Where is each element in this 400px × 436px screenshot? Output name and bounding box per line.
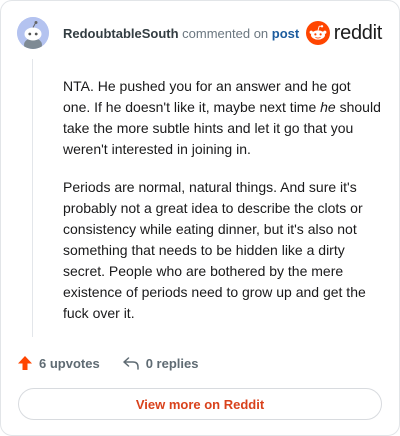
reddit-snoo-icon [305,21,330,45]
replies[interactable]: 0 replies [122,355,199,371]
comment-paragraph-2: Periods are normal, natural things. And … [63,179,366,321]
reddit-logo[interactable]: reddit [305,21,383,45]
comment-paragraph-1: NTA. He pushed you for an answer and he … [63,76,381,160]
replies-count: 0 replies [145,355,199,371]
reply-arrow-icon [122,357,139,370]
snoo-avatar-icon [17,17,49,49]
commented-on-text: commented on [182,26,269,41]
upvote-arrow-icon [18,356,32,370]
comment-footer: 6 upvotes 0 replies [17,355,198,371]
upvotes-count: 6 upvotes [39,355,100,371]
comment-header: RedoubtableSouth commented on post [63,26,299,42]
upvotes[interactable]: 6 upvotes [17,355,100,371]
view-more-button[interactable]: View more on Reddit [18,388,382,420]
emphasis-text: he [320,99,336,115]
comment-body: NTA. He pushed you for an answer and he … [63,76,381,341]
reddit-comment-embed: RedoubtableSouth commented on post reddi… [0,0,400,436]
thread-line [32,59,33,337]
paragraph-text: NTA. He pushed you for an answer and he … [63,78,351,115]
avatar[interactable] [17,17,49,49]
post-link[interactable]: post [272,26,299,41]
brand-name: reddit [333,22,383,44]
username[interactable]: RedoubtableSouth [63,26,179,41]
